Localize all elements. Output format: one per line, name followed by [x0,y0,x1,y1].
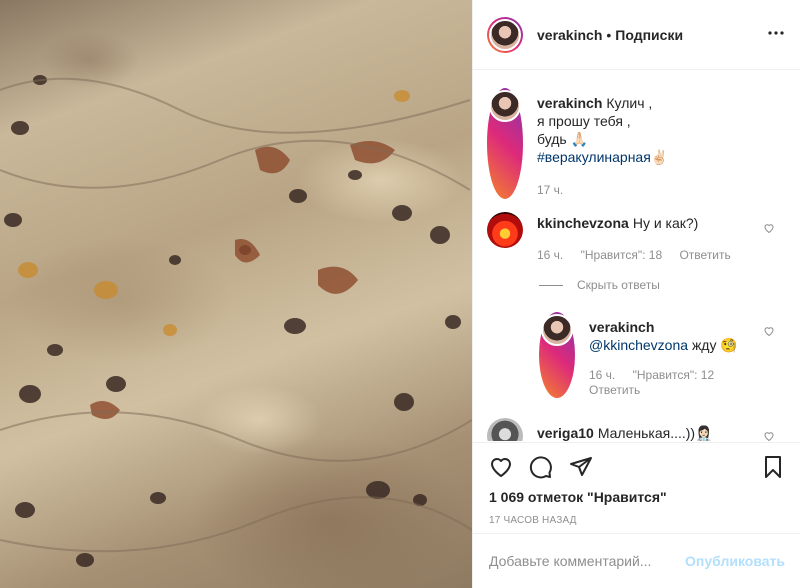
post-time-ago[interactable]: 17 часов назад [489,515,785,526]
post-header: verakinch • Подписки [473,0,800,70]
hide-replies-line [539,284,563,286]
comment-username[interactable]: kkinchevzona [537,215,629,231]
add-comment-input[interactable] [489,553,686,569]
hide-replies-toggle[interactable]: Скрыть ответы [539,278,660,292]
share-paper-plane-icon[interactable] [569,455,593,479]
hashtag-link[interactable]: #веракулинарная [537,149,651,165]
commenter-avatar[interactable] [487,418,523,441]
separator-dot: • [606,26,612,43]
comment-username[interactable]: veriga10 [537,425,594,441]
save-bookmark-icon[interactable] [761,455,785,479]
reply-button[interactable]: Ответить [679,248,730,262]
hide-replies-label: Скрыть ответы [577,278,660,292]
reply-mention[interactable]: @kkinchevzona [589,337,688,353]
comment-like-heart-icon[interactable] [763,430,775,441]
publish-button[interactable]: Опубликовать [685,553,785,569]
comment-time[interactable]: 16 ч. [537,248,563,262]
post-detail-panel: verakinch • Подписки verakinch Кулич , я … [472,0,800,588]
reply-text: жду 🧐 [691,337,738,353]
commenter-avatar[interactable] [487,212,523,248]
dough-texture [0,75,472,567]
caption-line-1: Кулич , [606,95,653,111]
comment-item-partial: veriga10 Маленькая....))👩🏻‍⚕️ [487,418,713,441]
comment-like-heart-icon[interactable] [763,222,775,234]
likes-count[interactable]: 1 069 отметок "Нравится" [489,489,785,505]
comment-item: kkinchevzona Ну и как?) 16 ч. "Нравится":… [487,212,745,264]
caption-avatar[interactable] [487,88,523,199]
comment-likes[interactable]: "Нравится": 18 [581,248,663,262]
reply-item: verakinch @kkinchevzona жду 🧐 16 ч. "Нра… [539,312,738,398]
post-actions: 1 069 отметок "Нравится" 17 часов назад [473,442,800,526]
reply-username[interactable]: verakinch [589,319,654,335]
caption-line-2: я прошу тебя , [537,113,631,129]
reply-time[interactable]: 16 ч. [589,368,615,382]
reply-likes[interactable]: "Нравится": 12 [633,368,715,382]
add-comment-bar: Опубликовать [473,533,800,588]
reply-avatar[interactable] [539,312,575,398]
caption-username[interactable]: verakinch [537,95,602,111]
caption-time[interactable]: 17 ч. [537,183,563,197]
reply-like-heart-icon[interactable] [763,325,775,337]
comment-text: Маленькая....))👩🏻‍⚕️ [597,425,713,441]
following-button[interactable]: Подписки [615,27,683,43]
hashtag-emoji: ✌🏻 [650,149,669,165]
author-avatar[interactable] [487,16,523,53]
more-options-icon[interactable] [767,24,785,42]
post-photo[interactable] [0,0,472,588]
like-heart-icon[interactable] [489,455,513,479]
caption-line-3: будь 🙏🏻 [537,131,589,147]
caption: verakinch Кулич , я прошу тебя , будь 🙏🏻 … [487,88,668,199]
comment-text: Ну и как?) [632,215,699,231]
comments-list[interactable]: verakinch Кулич , я прошу тебя , будь 🙏🏻 … [473,71,800,441]
reply-reply-button[interactable]: Ответить [589,383,640,397]
comment-bubble-icon[interactable] [529,455,553,479]
author-username[interactable]: verakinch [537,27,602,43]
